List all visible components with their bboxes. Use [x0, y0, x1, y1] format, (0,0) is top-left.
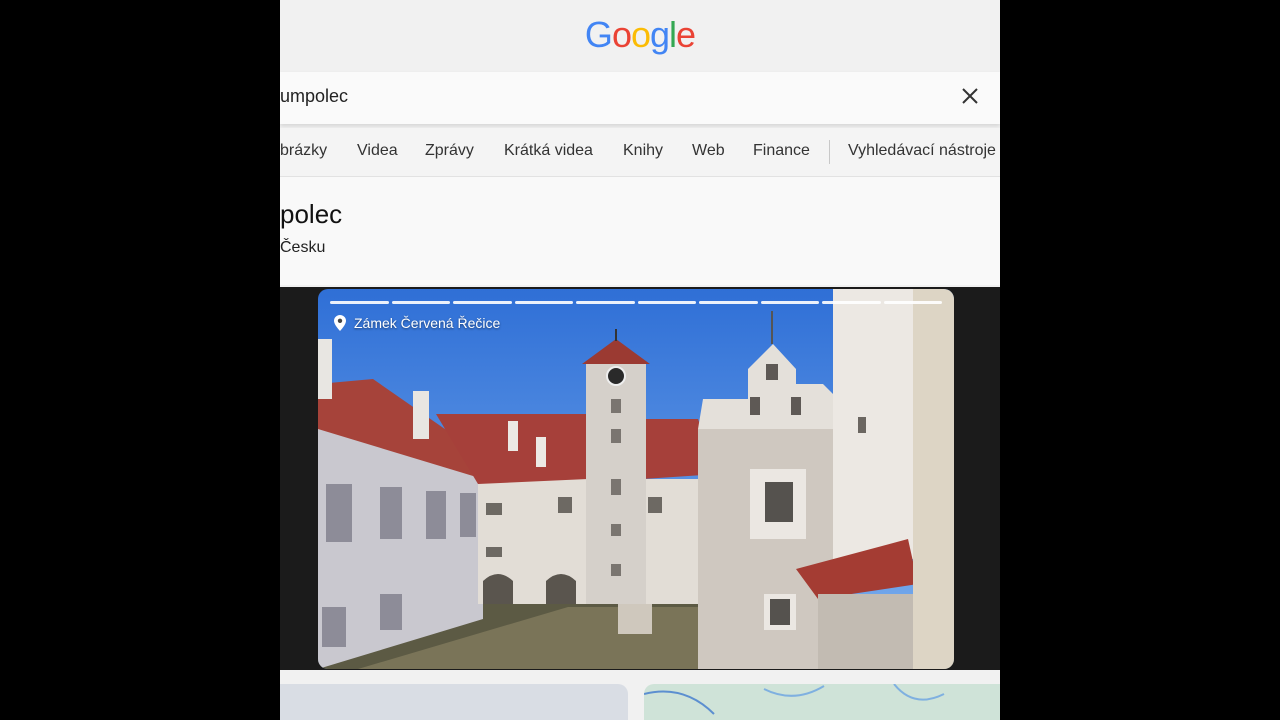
logo-letter: o	[630, 14, 651, 55]
knowledge-header: polec Česku	[280, 177, 1000, 285]
tab-finance[interactable]: Finance	[753, 142, 810, 160]
map-card-preview[interactable]	[644, 684, 1000, 720]
search-tabs: brázky Videa Zprávy Krátká videa Knihy W…	[280, 128, 1000, 177]
story-progress	[330, 301, 942, 304]
progress-segment	[391, 301, 450, 304]
logo-letter: l	[669, 14, 677, 55]
progress-segment	[760, 301, 819, 304]
result-subtitle: Česku	[280, 239, 326, 256]
next-card-left[interactable]	[280, 684, 628, 720]
progress-segment	[576, 301, 635, 304]
tab-search-tools[interactable]: Vyhledávací nástroje	[848, 142, 996, 160]
tab-books[interactable]: Knihy	[623, 142, 663, 160]
tab-divider	[829, 140, 830, 164]
progress-segment	[637, 301, 696, 304]
progress-segment	[883, 301, 942, 304]
phone-screen: Google umpolec brázky Videa Zprávy Krátk…	[280, 0, 1000, 720]
progress-segment	[330, 301, 389, 304]
tab-videos[interactable]: Videa	[357, 142, 398, 160]
tab-short-videos[interactable]: Krátká videa	[504, 142, 593, 160]
progress-segment	[822, 301, 881, 304]
progress-segment	[514, 301, 573, 304]
tab-web[interactable]: Web	[692, 142, 725, 160]
location-pin-icon	[334, 315, 346, 331]
tab-news[interactable]: Zprávy	[425, 142, 474, 160]
google-logo: Google	[280, 14, 1000, 56]
place-label[interactable]: Zámek Červená Řečice	[334, 315, 500, 331]
logo-letter: o	[611, 14, 632, 55]
place-name: Zámek Červená Řečice	[354, 315, 501, 331]
logo-letter: e	[676, 14, 696, 55]
progress-segment	[453, 301, 512, 304]
search-query[interactable]: umpolec	[280, 86, 348, 107]
castle-photo[interactable]: Zámek Červená Řečice	[318, 289, 954, 669]
close-icon[interactable]	[958, 84, 982, 108]
result-title: polec	[280, 199, 343, 229]
tab-images[interactable]: brázky	[280, 142, 327, 160]
logo-letter: g	[650, 14, 670, 55]
map-thumbnail	[644, 684, 945, 715]
castle-illustration	[318, 289, 954, 669]
search-bar[interactable]: umpolec	[280, 72, 1000, 124]
progress-segment	[699, 301, 758, 304]
logo-letter: G	[584, 14, 613, 55]
